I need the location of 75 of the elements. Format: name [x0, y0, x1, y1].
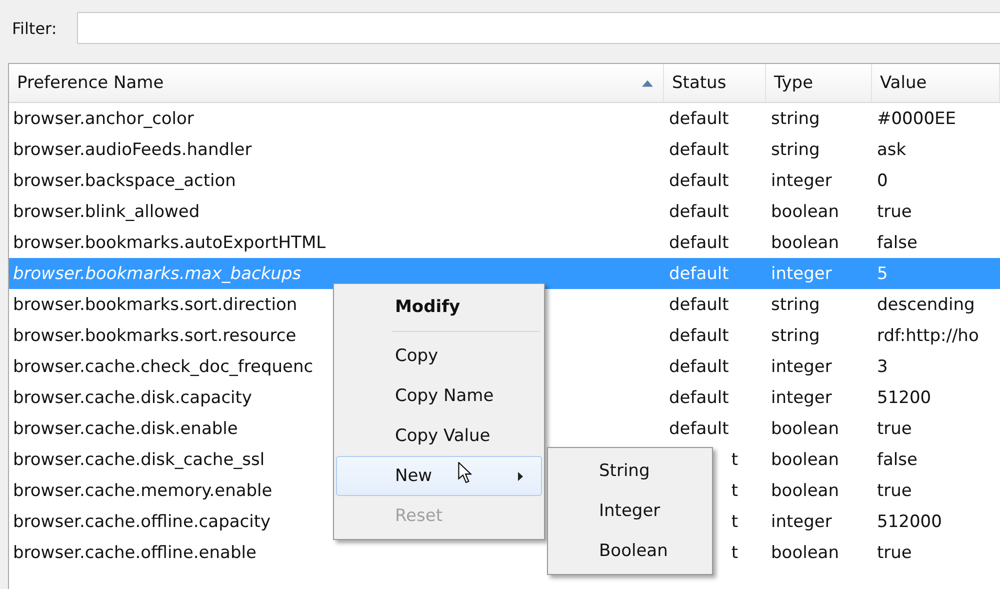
column-header[interactable]: Value	[872, 64, 1000, 102]
table-cell: browser.cache.offline.enable	[13, 542, 256, 562]
table-cell: boolean	[771, 418, 839, 438]
table-cell: boolean	[771, 232, 839, 252]
table-cell: t	[731, 480, 738, 500]
table-cell: boolean	[771, 480, 839, 500]
menu-item[interactable]: Modify	[336, 287, 542, 327]
filter-label: Filter:	[12, 18, 57, 38]
table-cell: true	[877, 202, 912, 222]
table-cell: default	[669, 326, 729, 346]
table-cell: string	[771, 140, 820, 160]
menu-item[interactable]: New	[336, 456, 542, 496]
table-cell: default	[669, 294, 729, 314]
table-cell: browser.cache.check_doc_frequenc	[13, 356, 314, 376]
table-cell: integer	[771, 388, 832, 408]
table-cell: default	[669, 356, 729, 376]
table-cell: string	[771, 326, 820, 346]
menu-item[interactable]: String	[550, 451, 710, 491]
menu-item[interactable]: Copy Value	[336, 416, 542, 456]
table-cell: default	[669, 388, 729, 408]
table-cell: browser.bookmarks.sort.direction	[13, 294, 298, 314]
column-header[interactable]: Type	[766, 64, 872, 102]
table-cell: default	[669, 140, 729, 160]
table-cell: #0000EE	[877, 108, 956, 128]
table-cell: browser.blink_allowed	[13, 202, 200, 222]
table-cell: default	[669, 202, 729, 222]
table-cell: descending	[877, 294, 975, 314]
table-cell: false	[877, 232, 918, 252]
table-cell: integer	[771, 512, 832, 532]
table-cell: boolean	[771, 450, 839, 470]
table-cell: browser.bookmarks.max_backups	[13, 264, 302, 284]
table-cell: default	[669, 108, 729, 128]
table-cell: default	[669, 170, 729, 190]
table-cell: rdf:http://ho	[877, 326, 979, 346]
table-cell: boolean	[771, 202, 839, 222]
table-cell: default	[669, 418, 729, 438]
table-cell: string	[771, 108, 820, 128]
mouse-pointer-icon	[458, 462, 472, 484]
column-header[interactable]: Preference Name	[9, 64, 664, 102]
table-cell: true	[877, 418, 912, 438]
table-cell: string	[771, 294, 820, 314]
table-cell: boolean	[771, 542, 839, 562]
table-cell: ask	[877, 140, 906, 160]
table-cell: browser.bookmarks.autoExportHTML	[13, 232, 326, 252]
table-cell: browser.audioFeeds.handler	[13, 140, 252, 160]
table-cell: integer	[771, 264, 832, 284]
table-cell: integer	[771, 170, 832, 190]
table-cell: t	[731, 512, 738, 532]
table-cell: browser.cache.memory.enable	[13, 480, 272, 500]
column-header[interactable]: Status	[664, 64, 766, 102]
table-cell: 51200	[877, 388, 932, 408]
menu-item[interactable]: Copy	[336, 336, 542, 376]
table-cell: browser.bookmarks.sort.resource	[13, 326, 296, 346]
table-cell: browser.cache.offline.capacity	[13, 512, 271, 532]
table-cell: default	[669, 232, 729, 252]
table-cell: 3	[877, 356, 888, 376]
table-cell: t	[731, 450, 738, 470]
table-cell: t	[731, 542, 738, 562]
table-cell: 512000	[877, 512, 942, 532]
table-cell: 5	[877, 264, 888, 284]
table-cell: browser.anchor_color	[13, 108, 194, 128]
table-cell: browser.cache.disk.capacity	[13, 388, 252, 408]
table-cell: browser.cache.disk.enable	[13, 418, 238, 438]
table-cell: browser.backspace_action	[13, 170, 236, 190]
table-cell: false	[877, 450, 918, 470]
table-cell: default	[669, 264, 729, 284]
table-cell: true	[877, 542, 912, 562]
table-cell: integer	[771, 356, 832, 376]
menu-item[interactable]: Integer	[550, 491, 710, 531]
table-cell: 0	[877, 170, 888, 190]
menu-item[interactable]: Copy Name	[336, 376, 542, 416]
table-cell: true	[877, 480, 912, 500]
menu-item[interactable]: Boolean	[550, 531, 710, 571]
filter-field[interactable]	[76, 12, 1000, 44]
table-cell: browser.cache.disk_cache_ssl	[13, 450, 265, 470]
